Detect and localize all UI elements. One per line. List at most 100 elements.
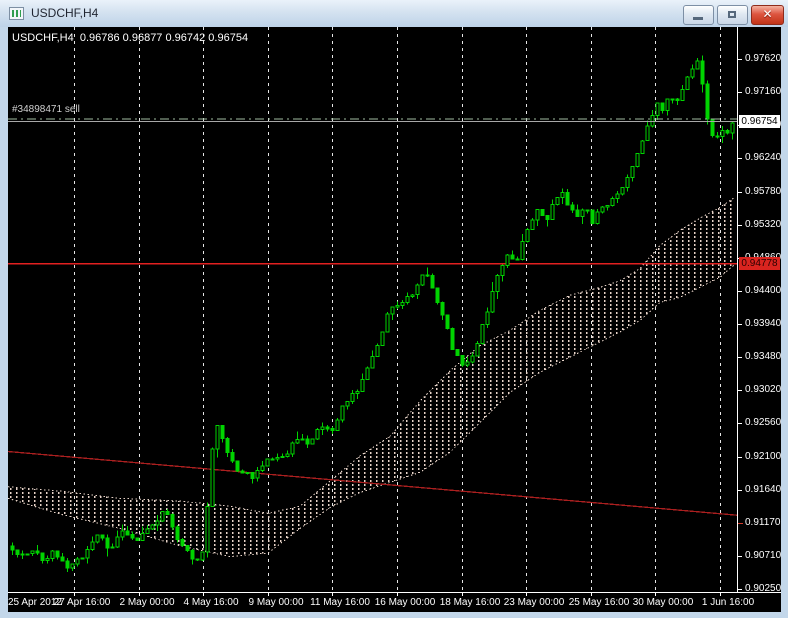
candle-body — [501, 266, 504, 276]
restore-button[interactable] — [717, 5, 748, 25]
candle-body — [451, 329, 454, 350]
x-axis-label: 25 May 16:00 — [569, 597, 630, 608]
candle-body — [466, 362, 469, 365]
candle-body — [61, 557, 64, 561]
candle-body — [86, 550, 89, 559]
candle-body — [216, 425, 219, 449]
minimize-button[interactable] — [683, 5, 714, 25]
candle-body — [491, 291, 494, 312]
x-axis-tick — [268, 593, 269, 596]
candle-body — [486, 312, 489, 325]
window-title: USDCHF,H4 — [31, 6, 98, 20]
candle-body — [606, 205, 609, 207]
candle-body — [456, 350, 459, 356]
candle-body — [81, 558, 84, 559]
candle-body — [621, 188, 624, 195]
time-axis[interactable]: 25 Apr 201227 Apr 16:002 May 00:004 May … — [8, 593, 781, 612]
x-axis-label: 4 May 16:00 — [183, 597, 238, 608]
candle-body — [51, 551, 54, 558]
candle-body — [676, 99, 679, 100]
candle-body — [701, 61, 704, 84]
candle-body — [526, 230, 529, 242]
candle-body — [101, 535, 104, 538]
candle-body — [126, 531, 129, 535]
candle-body — [441, 303, 444, 316]
candle-body — [461, 356, 464, 366]
y-axis-tick — [738, 291, 742, 292]
candle-body — [551, 204, 554, 219]
chart-region: USDCHF,H4 0.96786 0.96877 0.96742 0.9675… — [8, 27, 781, 612]
candle-body — [386, 314, 389, 332]
close-button[interactable]: ✕ — [751, 5, 784, 25]
candle-body — [221, 425, 224, 438]
candle-body — [56, 551, 59, 557]
candle-body — [276, 457, 279, 459]
candle-body — [251, 472, 254, 478]
candle-body — [641, 141, 644, 154]
candle-body — [506, 255, 509, 265]
y-axis-label: 0.93020 — [745, 384, 781, 395]
candle-body — [226, 439, 229, 453]
y-axis-label: 0.91640 — [745, 484, 781, 495]
candle-body — [271, 459, 274, 460]
x-axis-tick — [139, 593, 140, 596]
open-order-label[interactable]: #34898471 sell — [12, 104, 80, 115]
x-axis-tick — [462, 593, 463, 596]
price-axis[interactable]: 0.96754 0.94778 0.976200.971600.967000.9… — [738, 27, 781, 592]
x-axis-label: 11 May 16:00 — [310, 597, 370, 608]
candle-body — [331, 429, 334, 431]
y-axis-tick — [738, 457, 742, 458]
x-axis-tick — [591, 593, 592, 596]
candle-body — [531, 220, 534, 230]
candle-body — [666, 99, 669, 110]
candle-body — [431, 276, 434, 288]
x-axis-tick — [526, 593, 527, 596]
candle-body — [151, 525, 154, 529]
candle-body — [411, 295, 414, 297]
candle-body — [481, 325, 484, 344]
y-axis-tick — [738, 357, 742, 358]
y-axis-tick — [738, 589, 742, 590]
candle-body — [326, 427, 329, 429]
candle-body — [146, 529, 149, 533]
candle-body — [636, 154, 639, 167]
hline-price-marker: 0.94778 — [739, 257, 780, 270]
candle-body — [726, 131, 729, 133]
candle-body — [11, 546, 14, 550]
x-axis-tick — [74, 593, 75, 596]
candle-body — [41, 553, 44, 560]
candle-body — [91, 542, 94, 550]
candle-body — [231, 453, 234, 461]
minimize-icon — [693, 17, 703, 20]
candle-body — [571, 205, 574, 210]
x-axis-tick — [203, 593, 204, 596]
candle-body — [26, 554, 29, 555]
candle-body — [236, 461, 239, 471]
x-axis-tick — [397, 593, 398, 596]
chart-canvas[interactable] — [8, 27, 737, 592]
y-axis-label: 0.93940 — [745, 318, 781, 329]
y-axis-tick — [738, 390, 742, 391]
candle-body — [71, 564, 74, 568]
y-axis-tick — [738, 158, 742, 159]
candle-body — [381, 332, 384, 345]
candle-body — [406, 297, 409, 303]
candle-body — [371, 357, 374, 369]
x-axis-tick — [332, 593, 333, 596]
candle-body — [311, 439, 314, 444]
y-axis-label: 0.90710 — [745, 550, 781, 561]
y-axis-label: 0.95780 — [745, 186, 781, 197]
candle-body — [191, 551, 194, 560]
candle-body — [16, 550, 19, 555]
y-axis-label: 0.96240 — [745, 152, 781, 163]
candle-body — [46, 558, 49, 560]
candle-body — [611, 199, 614, 206]
candle-body — [171, 515, 174, 528]
candle-body — [156, 521, 159, 525]
candle-body — [426, 275, 429, 276]
candle-body — [201, 552, 204, 560]
candle-body — [186, 545, 189, 550]
y-axis-tick — [738, 59, 742, 60]
y-axis-label: 0.97160 — [745, 86, 781, 97]
title-bar[interactable]: USDCHF,H4 ✕ — [0, 0, 788, 27]
